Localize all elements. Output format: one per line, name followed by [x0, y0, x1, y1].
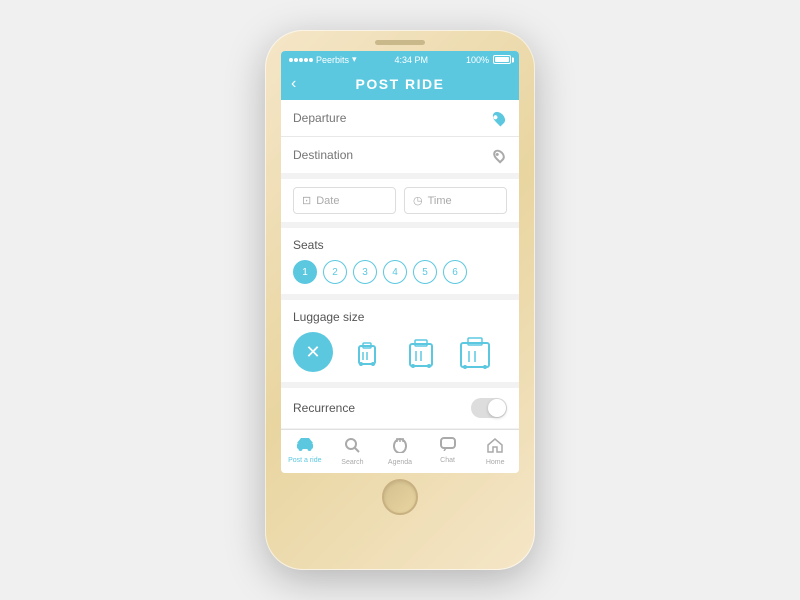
gray-pin	[491, 147, 507, 163]
no-luggage-icon: ✕	[305, 342, 320, 363]
destination-pin-icon	[491, 147, 507, 163]
page-title: POST RIDE	[356, 76, 445, 92]
seat-button-4[interactable]: 4	[383, 260, 407, 284]
nav-search[interactable]: Search	[329, 434, 377, 469]
nav-post-ride[interactable]: Post a ride	[281, 434, 329, 469]
blue-pin	[491, 110, 508, 127]
seat-button-3[interactable]: 3	[353, 260, 377, 284]
small-bag-icon	[353, 336, 381, 368]
seats-row: 1 2 3 4 5 6	[293, 260, 507, 284]
clock-icon: ◷	[413, 194, 423, 207]
home-label: Home	[486, 459, 505, 466]
toggle-knob	[488, 399, 506, 417]
time-placeholder: Time	[428, 195, 452, 207]
seat-button-1[interactable]: 1	[293, 260, 317, 284]
large-bag-icon	[457, 333, 493, 371]
datetime-section: ⊡ Date ◷ Time	[281, 179, 519, 222]
recurrence-label: Recurrence	[293, 401, 355, 415]
medium-bag-icon	[405, 334, 437, 370]
seats-section: Seats 1 2 3 4 5 6	[281, 228, 519, 294]
signal-dot	[299, 58, 303, 62]
phone-screen: Peerbits ▾ 4:34 PM 100% ‹ POST RIDE	[281, 51, 519, 473]
battery-fill	[495, 57, 509, 62]
chat-label: Chat	[440, 457, 455, 464]
signal-dot	[309, 58, 313, 62]
date-placeholder: Date	[316, 195, 339, 207]
carrier-name: Peerbits	[316, 55, 349, 65]
destination-row[interactable]	[281, 137, 519, 173]
seat-button-5[interactable]: 5	[413, 260, 437, 284]
post-ride-label: Post a ride	[288, 457, 321, 464]
luggage-row: ✕	[293, 332, 507, 372]
recurrence-section: Recurrence	[281, 388, 519, 428]
seat-button-6[interactable]: 6	[443, 260, 467, 284]
luggage-medium-button[interactable]	[401, 332, 441, 372]
departure-row[interactable]	[281, 100, 519, 137]
date-field[interactable]: ⊡ Date	[293, 187, 396, 214]
signal-dots	[289, 58, 313, 62]
departure-pin-icon	[491, 110, 507, 126]
destination-input[interactable]	[293, 148, 491, 162]
phone-frame: Peerbits ▾ 4:34 PM 100% ‹ POST RIDE	[265, 30, 535, 570]
home-button[interactable]	[382, 479, 418, 515]
status-bar: Peerbits ▾ 4:34 PM 100%	[281, 51, 519, 68]
nav-chat[interactable]: Chat	[424, 434, 472, 469]
search-label: Search	[341, 459, 363, 466]
seat-button-2[interactable]: 2	[323, 260, 347, 284]
time-field[interactable]: ◷ Time	[404, 187, 507, 214]
battery-percent: 100%	[466, 55, 489, 65]
nav-agenda[interactable]: Agenda	[376, 434, 424, 469]
home-icon	[487, 437, 503, 458]
calendar-icon: ⊡	[302, 194, 311, 207]
wifi-icon: ▾	[352, 54, 357, 65]
page-header: ‹ POST RIDE	[281, 68, 519, 100]
status-left: Peerbits ▾	[289, 54, 357, 65]
back-button[interactable]: ‹	[291, 75, 296, 93]
luggage-small-button[interactable]	[347, 332, 387, 372]
departure-input[interactable]	[293, 111, 491, 125]
bottom-navigation: Post a ride Search Agend	[281, 429, 519, 473]
battery-icon	[493, 55, 511, 64]
luggage-label: Luggage size	[293, 310, 507, 324]
form-area: ⊡ Date ◷ Time Seats 1 2 3 4 5 6	[281, 100, 519, 429]
luggage-none-button[interactable]: ✕	[293, 332, 333, 372]
status-time: 4:34 PM	[395, 55, 429, 65]
luggage-large-button[interactable]	[455, 332, 495, 372]
signal-dot	[304, 58, 308, 62]
agenda-icon	[393, 437, 407, 458]
location-section	[281, 100, 519, 173]
nav-home[interactable]: Home	[471, 434, 519, 469]
status-right: 100%	[466, 55, 511, 65]
chat-icon	[440, 437, 456, 456]
signal-dot	[289, 58, 293, 62]
search-icon	[344, 437, 360, 458]
seats-label: Seats	[293, 238, 507, 252]
phone-speaker	[375, 40, 425, 45]
agenda-label: Agenda	[388, 459, 412, 466]
signal-dot	[294, 58, 298, 62]
post-ride-icon	[296, 437, 314, 456]
recurrence-toggle[interactable]	[471, 398, 507, 418]
luggage-section: Luggage size ✕	[281, 300, 519, 382]
